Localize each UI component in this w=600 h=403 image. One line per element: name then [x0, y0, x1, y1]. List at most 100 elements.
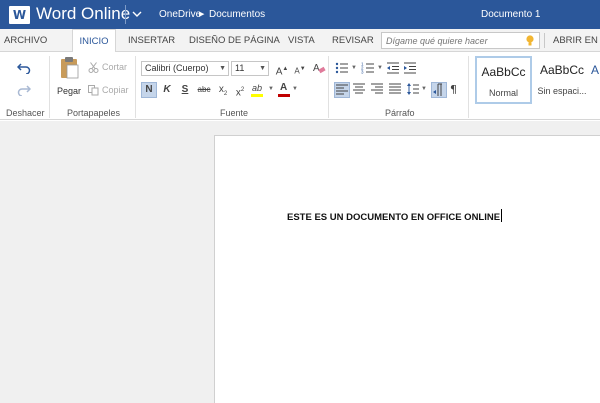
svg-text:A: A — [313, 63, 320, 74]
copy-label: Copiar — [102, 85, 129, 95]
cut-button[interactable]: Cortar — [88, 60, 127, 74]
title-bar: W Word Online OneDrive ▶ Documentos Docu… — [0, 0, 600, 29]
style-preview: AaBbCc — [481, 65, 526, 79]
svg-text:¶: ¶ — [450, 83, 457, 96]
chevron-down-icon: ▼ — [219, 65, 226, 72]
decrease-indent-icon — [387, 62, 399, 74]
group-label-paragraph: Párrafo — [385, 108, 415, 118]
style-sin-espaciado[interactable]: AaBbCc Sin espaci... — [535, 56, 589, 104]
paragraph-marks-button[interactable]: ¶ — [449, 82, 465, 98]
align-left-button[interactable] — [334, 82, 350, 98]
font-size-value: 11 — [235, 63, 245, 73]
chevron-down-icon[interactable]: ▼ — [421, 86, 427, 92]
tell-me-box[interactable] — [381, 32, 540, 49]
svg-text:3: 3 — [361, 70, 364, 75]
breadcrumb-documentos[interactable]: Documentos — [209, 9, 265, 21]
app-name[interactable]: Word Online — [36, 4, 130, 24]
superscript-mark: 2 — [240, 87, 245, 93]
style-name: Sin espaci... — [537, 86, 587, 96]
left-to-right-button[interactable] — [431, 82, 447, 98]
chevron-down-icon[interactable]: ▼ — [351, 65, 357, 71]
group-label-clipboard: Portapapeles — [67, 108, 121, 118]
chevron-down-icon: ▼ — [259, 65, 266, 72]
superscript-button[interactable]: x2 — [232, 82, 248, 98]
word-logo-icon[interactable]: W — [9, 6, 30, 24]
tab-insertar[interactable]: INSERTAR — [128, 29, 175, 52]
font-name-combo[interactable]: Calibri (Cuerpo) ▼ — [141, 61, 229, 76]
text-caret — [501, 209, 503, 222]
line-spacing-button[interactable] — [406, 82, 422, 98]
align-right-button[interactable] — [370, 82, 386, 98]
group-label-font: Fuente — [220, 108, 249, 118]
tab-divider — [544, 33, 545, 48]
justify-icon — [389, 83, 401, 94]
grow-font-button[interactable]: A▲ — [274, 61, 290, 77]
paste-label: Pegar — [56, 86, 82, 96]
font-color-button[interactable]: A — [276, 82, 292, 98]
clear-formatting-button[interactable]: A — [311, 61, 327, 77]
align-center-button[interactable] — [352, 82, 368, 98]
document-body-text[interactable]: ESTE ES UN DOCUMENTO EN OFFICE ONLINE — [287, 209, 503, 223]
undo-icon[interactable] — [15, 60, 33, 76]
group-divider — [468, 56, 469, 118]
chevron-down-icon[interactable]: ▼ — [292, 86, 298, 92]
copy-icon — [88, 84, 99, 95]
tab-inicio[interactable]: INICIO — [72, 29, 116, 53]
group-divider — [135, 56, 136, 118]
decrease-indent-button[interactable] — [386, 61, 402, 77]
highlight-button[interactable]: ab — [250, 82, 268, 98]
shrink-font-button[interactable]: A▼ — [292, 61, 308, 77]
style-normal[interactable]: AaBbCc Normal — [475, 56, 532, 104]
scissors-icon — [88, 61, 99, 73]
chevron-down-icon-svg — [132, 11, 142, 17]
chevron-down-icon[interactable]: ▼ — [268, 86, 274, 92]
title-divider — [125, 5, 126, 24]
align-left-icon — [336, 84, 348, 95]
tab-revisar[interactable]: REVISAR — [332, 29, 374, 52]
tab-vista[interactable]: VISTA — [288, 29, 315, 52]
line-spacing-icon — [407, 83, 419, 95]
copy-button[interactable]: Copiar — [88, 83, 129, 97]
ribbon-tabs: ARCHIVO INICIO INSERTAR DISEÑO DE PÁGINA… — [0, 29, 600, 53]
document-workspace: ESTE ES UN DOCUMENTO EN OFFICE ONLINE — [0, 121, 600, 403]
tell-me-input[interactable] — [386, 34, 518, 47]
align-center-icon — [353, 83, 365, 94]
cut-label: Cortar — [102, 62, 128, 72]
document-page[interactable]: ESTE ES UN DOCUMENTO EN OFFICE ONLINE — [214, 135, 600, 403]
font-color-swatch — [278, 94, 290, 97]
subscript-button[interactable]: x2 — [215, 82, 231, 98]
tab-abrir-en-word[interactable]: ABRIR EN W — [553, 29, 600, 52]
chevron-down-icon[interactable]: ▼ — [377, 65, 383, 71]
breadcrumb-onedrive[interactable]: OneDrive — [159, 9, 201, 21]
tab-diseno-de-pagina[interactable]: DISEÑO DE PÁGINA — [189, 29, 280, 52]
increase-indent-button[interactable] — [403, 61, 419, 77]
style-preview: AaBbCc — [539, 63, 585, 77]
eraser-icon: A — [313, 63, 326, 74]
bullets-button[interactable] — [335, 61, 351, 77]
font-name-value: Calibri (Cuerpo) — [145, 63, 209, 73]
ltr-icon — [433, 83, 442, 96]
style-name: Normal — [488, 88, 518, 98]
document-title[interactable]: Documento 1 — [481, 8, 540, 21]
numbering-button[interactable]: 123 — [361, 61, 377, 77]
italic-button[interactable]: K — [159, 82, 175, 98]
pilcrow-icon: ¶ — [450, 83, 457, 96]
redo-icon[interactable] — [15, 82, 33, 98]
style-heading-partial[interactable]: A — [591, 56, 600, 104]
bold-button[interactable]: N — [141, 82, 157, 98]
chevron-down-icon[interactable] — [131, 6, 143, 22]
underline-button[interactable]: S — [177, 82, 193, 98]
bullet-list-icon — [335, 62, 348, 74]
strikethrough-button[interactable]: abc — [195, 82, 213, 98]
justify-button[interactable] — [388, 82, 404, 98]
align-right-icon — [371, 83, 383, 94]
paste-button[interactable]: Pegar — [56, 56, 82, 104]
font-size-combo[interactable]: 11 ▼ — [231, 61, 269, 76]
group-divider — [328, 56, 329, 118]
document-paragraph[interactable]: ESTE ES UN DOCUMENTO EN OFFICE ONLINE — [287, 212, 500, 223]
tab-archivo[interactable]: ARCHIVO — [4, 29, 47, 52]
subscript-mark: 2 — [223, 91, 228, 97]
group-label-undo: Deshacer — [6, 108, 45, 118]
clipboard-icon — [61, 57, 79, 79]
numbered-list-icon: 123 — [361, 62, 374, 75]
